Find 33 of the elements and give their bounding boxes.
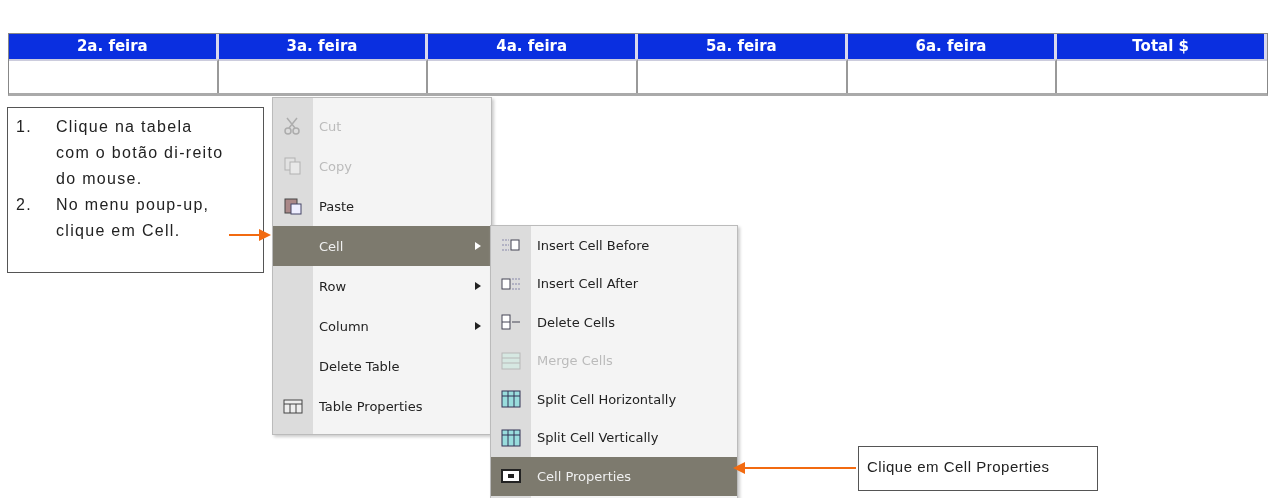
column-header: Total $	[1057, 34, 1267, 59]
column-header: 6a. feira	[847, 34, 1058, 59]
step-number: 2.	[16, 195, 33, 215]
step-number: 1.	[16, 117, 33, 137]
menu-item[interactable]: Split Cell Horizontally	[491, 380, 737, 419]
merge-cells-icon	[501, 351, 521, 370]
column-header: 5a. feira	[638, 34, 848, 59]
scissors-icon	[283, 117, 303, 135]
split-cell-icon	[501, 428, 521, 447]
copy-icon	[283, 157, 303, 175]
menu-item[interactable]: Split Cell Vertically	[491, 418, 737, 457]
menu-item[interactable]: Paste	[273, 186, 491, 226]
column-header: 3a. feira	[218, 34, 429, 59]
menu-item[interactable]: Cell Properties	[491, 457, 737, 496]
column-header: 2a. feira	[9, 34, 219, 59]
menu-item[interactable]: Cell	[273, 226, 491, 266]
step-text: No menu poup-up, clique em Cell.	[56, 195, 211, 241]
pointer-arrow	[229, 229, 271, 241]
menu-item[interactable]: Delete Table	[273, 346, 491, 386]
menu-item[interactable]: Delete Cells	[491, 303, 737, 342]
clipboard-icon	[283, 197, 303, 215]
split-cell-icon	[501, 390, 521, 409]
step-text: Clique na tabela com o botão di-reito do mouse.	[56, 117, 225, 189]
cell-properties-icon	[501, 467, 521, 486]
menu-item[interactable]: Column	[273, 306, 491, 346]
menu-item[interactable]: Table Properties	[273, 386, 491, 426]
callout-text: Clique em Cell Properties	[858, 446, 1098, 491]
menu-item[interactable]: Row	[273, 266, 491, 306]
column-header: 4a. feira	[428, 34, 638, 59]
menu-item[interactable]: Insert Cell After	[491, 264, 737, 303]
menu-item[interactable]: Insert Cell Before	[491, 226, 737, 265]
table-icon	[283, 397, 303, 415]
delete-cells-icon	[501, 313, 521, 332]
